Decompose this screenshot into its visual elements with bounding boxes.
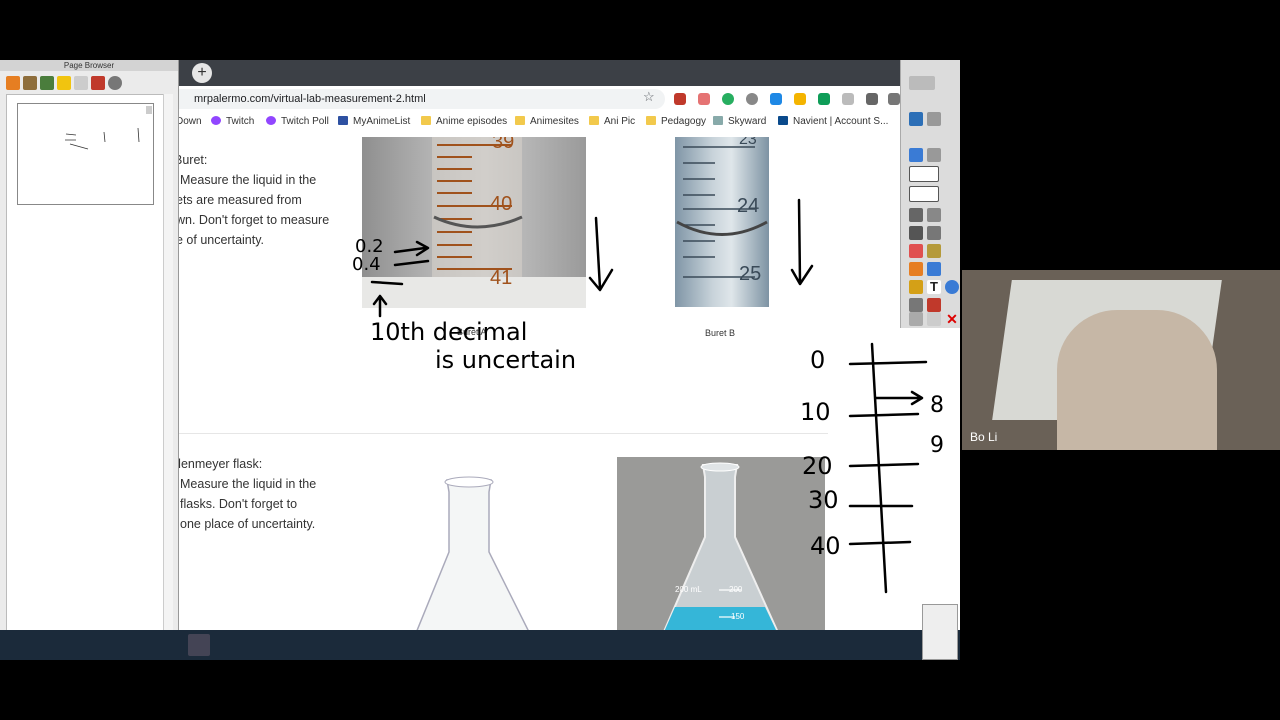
ink-down-arrow (588, 216, 614, 292)
page-browser-tool-icon[interactable] (74, 76, 88, 90)
tool-icon[interactable] (927, 262, 941, 276)
tool-icon[interactable] (927, 148, 941, 162)
taskbar-app-icon[interactable] (188, 634, 210, 656)
ink-down-arrow (790, 198, 814, 286)
fill-icon[interactable] (909, 262, 923, 276)
help-icon[interactable] (945, 280, 959, 294)
tool-icon[interactable] (909, 148, 923, 162)
ink-scale-label: 40 (810, 532, 841, 560)
page-browser-tool-icon[interactable] (23, 76, 37, 90)
tool-icon[interactable] (909, 280, 923, 294)
webcam-participant-name: Bo Li (970, 430, 998, 444)
tool-icon[interactable] (927, 112, 941, 126)
monitor-icon[interactable] (909, 112, 923, 126)
tool-icon[interactable] (927, 298, 941, 312)
close-icon[interactable]: ✕ (945, 312, 959, 326)
pen-color-black-icon[interactable] (909, 166, 939, 182)
ink-arrow (393, 240, 430, 257)
webcam-person (1057, 310, 1217, 450)
tool-icon[interactable] (927, 208, 941, 222)
page-browser-tool-icon[interactable] (6, 76, 20, 90)
undo-icon[interactable] (909, 312, 923, 326)
ink-scale-axis (870, 342, 888, 594)
ink-scale-ticks (848, 360, 928, 546)
page-browser-tool-icon[interactable] (91, 76, 105, 90)
page-browser-panel: Page Browser (0, 60, 179, 658)
desktop-screen: + mrpalermo.com/virtual-lab-measurement-… (0, 60, 960, 660)
text-tool-icon[interactable]: T (927, 280, 941, 294)
ink-note: 10th decimal (370, 318, 527, 346)
page-browser-settings-icon[interactable] (108, 76, 122, 90)
recycle-bin-icon[interactable] (922, 604, 958, 660)
ink-side-arrow (874, 390, 924, 406)
annotation-tool-palette: T ✕ (900, 60, 960, 328)
ink-underline (370, 280, 404, 286)
ink-value: 0.4 (352, 254, 381, 275)
taskbar (0, 604, 960, 660)
page-thumbnail-graphic (65, 106, 152, 150)
page-browser-title: Page Browser (0, 60, 178, 71)
ink-line (393, 259, 430, 267)
ink-side-label: 8 (930, 393, 944, 418)
ink-side-label: 9 (930, 433, 944, 458)
tool-icon[interactable] (927, 226, 941, 240)
page-browser-scrollbar[interactable] (163, 94, 173, 654)
page-browser-note-icon[interactable] (57, 76, 71, 90)
ink-scale-label: 30 (808, 486, 839, 514)
page-browser-list (6, 94, 165, 656)
ink-scale-label: 0 (810, 346, 825, 374)
ink-scale-label: 10 (800, 398, 831, 426)
ink-up-arrow (372, 294, 388, 318)
ink-note: is uncertain (435, 346, 576, 374)
tool-icon[interactable] (909, 76, 935, 90)
ink-scale-label: 20 (802, 452, 833, 480)
eraser-icon[interactable] (909, 244, 923, 258)
pen-icon[interactable] (909, 226, 923, 240)
tool-icon[interactable] (927, 244, 941, 258)
pen-color-icon[interactable] (909, 186, 939, 202)
redo-icon[interactable] (927, 312, 941, 326)
webcam-feed: Bo Li (962, 270, 1280, 450)
page-thumbnail[interactable] (17, 103, 154, 205)
tool-icon[interactable] (909, 298, 923, 312)
page-browser-tool-icon[interactable] (40, 76, 54, 90)
select-arrow-icon[interactable] (909, 208, 923, 222)
